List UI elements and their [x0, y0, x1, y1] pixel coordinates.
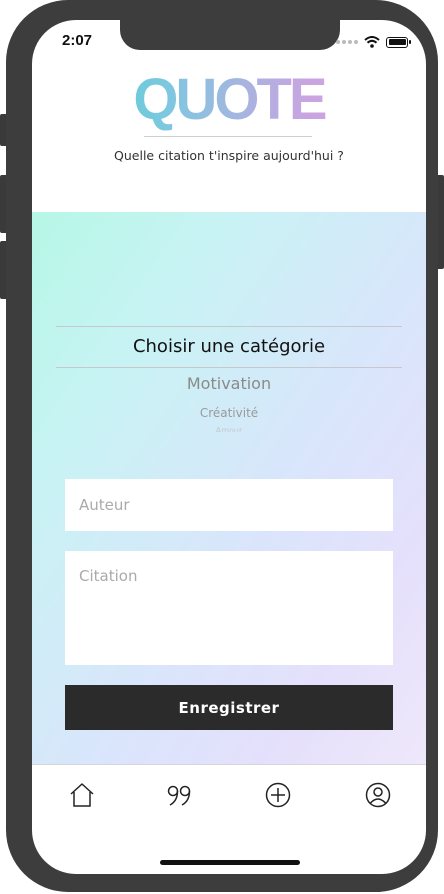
picker-bottom-line: [56, 367, 402, 368]
quote-input[interactable]: [65, 551, 393, 665]
home-icon: [70, 783, 94, 807]
app-logo: QUOTE: [32, 68, 426, 132]
picker-option[interactable]: Motivation: [32, 374, 426, 393]
save-button[interactable]: Enregistrer: [65, 685, 393, 730]
picker-top-line: [56, 326, 402, 327]
author-input[interactable]: [65, 479, 393, 531]
tab-home[interactable]: [62, 775, 102, 815]
status-icons: [336, 36, 411, 48]
phone-device: 2:07 QUOTE Quelle citation t'inspire auj…: [0, 0, 444, 894]
tagline: Quelle citation t'inspire aujourd'hui ?: [114, 148, 344, 163]
tab-add[interactable]: [258, 775, 298, 815]
signal-icon: [336, 40, 358, 44]
tab-profile[interactable]: [358, 775, 398, 815]
app-screen: 2:07 QUOTE Quelle citation t'inspire auj…: [32, 20, 426, 874]
status-time: 2:07: [62, 32, 93, 49]
home-indicator[interactable]: [160, 860, 300, 865]
logo-divider: [144, 136, 312, 137]
device-frame: 2:07 QUOTE Quelle citation t'inspire auj…: [6, 0, 438, 892]
wifi-icon: [364, 36, 380, 48]
quote-icon: [167, 785, 191, 806]
tab-quotes[interactable]: [159, 775, 199, 815]
notch: [120, 20, 340, 50]
form-panel: Choisir une catégorie Motivation Créativ…: [32, 212, 426, 764]
picker-option[interactable]: Amour: [32, 426, 426, 432]
add-icon: [265, 782, 291, 808]
picker-option[interactable]: Créativité: [32, 406, 426, 420]
battery-icon: [386, 36, 411, 48]
picker-selected-option[interactable]: Choisir une catégorie: [32, 336, 426, 357]
profile-icon: [365, 782, 391, 808]
tab-bar: [32, 764, 426, 825]
